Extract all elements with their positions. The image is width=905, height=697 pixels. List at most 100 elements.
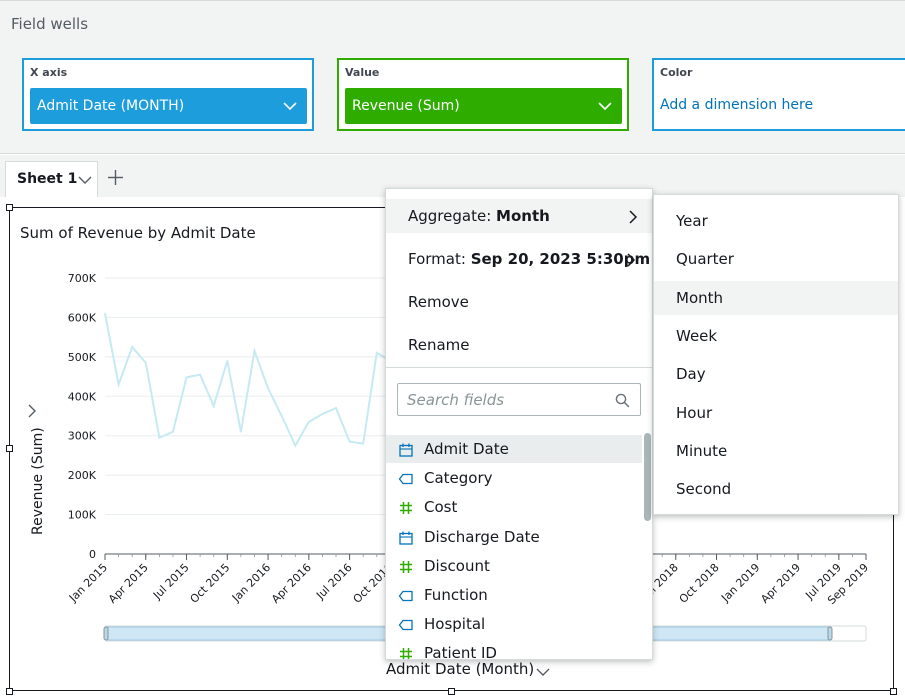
data-point — [240, 430, 242, 433]
field-name: Hospital — [424, 615, 486, 634]
y-tick-label: 0 — [89, 548, 96, 561]
format-menu-item[interactable]: Format: Sep 20, 2023 5:30pm — [386, 242, 652, 276]
data-point — [144, 361, 147, 364]
field-name: Cost — [424, 498, 458, 517]
field-list-item[interactable]: Function — [386, 581, 642, 609]
field-list-item[interactable]: Admit Date — [386, 435, 642, 463]
data-point — [253, 350, 256, 352]
data-point — [321, 413, 324, 415]
chevron-right-icon — [627, 253, 636, 267]
field-context-menu: Aggregate: Month Format: Sep 20, 2023 5:… — [385, 188, 653, 660]
submenu-item-quarter[interactable]: Quarter — [654, 242, 898, 276]
hash-icon — [400, 648, 412, 659]
field-name: Admit Date — [424, 440, 509, 458]
submenu-item-label: Minute — [676, 441, 728, 460]
data-point — [185, 376, 188, 379]
field-name: Discount — [424, 556, 490, 575]
x-axis-label[interactable]: Admit Date (Month) — [386, 660, 534, 678]
x-tick-label: Oct 2015 — [188, 561, 233, 606]
field-list-item[interactable]: Patient ID — [386, 639, 642, 659]
search-field-box[interactable] — [397, 383, 641, 416]
submenu-item-label: Week — [676, 326, 718, 345]
range-slider-handle-right — [827, 626, 833, 641]
data-point — [172, 430, 174, 433]
x-tick-label: Jul 2015 — [150, 561, 192, 603]
chevron-right-icon — [629, 210, 638, 224]
submenu-item-label: Quarter — [676, 250, 734, 269]
x-tick-label: Oct 2018 — [677, 561, 722, 606]
data-point — [226, 360, 229, 362]
submenu-item-label: Day — [676, 365, 706, 384]
aggregate-label: Aggregate: — [408, 207, 492, 225]
menu-divider — [386, 367, 652, 368]
aggregate-menu-item[interactable]: Aggregate: Month — [386, 199, 652, 233]
data-point — [212, 405, 215, 407]
x-tick-label: Apr 2016 — [269, 561, 314, 606]
data-point — [158, 436, 161, 439]
range-slider-handle-left — [103, 626, 109, 641]
hash-icon — [400, 560, 412, 573]
data-point — [362, 442, 364, 445]
rename-menu-item[interactable]: Rename — [386, 328, 652, 362]
data-point — [117, 383, 120, 386]
field-list: Admit Date Category Cost Discharge Date Disc… — [386, 435, 642, 659]
field-list-item[interactable]: Cost — [386, 493, 642, 521]
data-point — [267, 387, 269, 390]
rename-label: Rename — [408, 336, 470, 354]
tag-icon — [398, 590, 413, 602]
data-point — [131, 346, 133, 348]
submenu-item-label: Hour — [676, 403, 713, 422]
data-point — [308, 421, 310, 423]
submenu-item-year[interactable]: Year — [654, 204, 898, 238]
submenu-item-day[interactable]: Day — [654, 357, 898, 391]
remove-label: Remove — [408, 293, 469, 311]
x-tick-label: Jul 2016 — [313, 561, 355, 603]
field-list-item[interactable]: Discount — [386, 552, 642, 580]
x-tick-label: Jan 2016 — [229, 561, 273, 605]
field-name: Discharge Date — [424, 527, 540, 546]
y-tick-label: 500K — [68, 351, 97, 364]
field-name: Category — [424, 469, 493, 488]
field-name: Patient ID — [424, 644, 497, 659]
submenu-item-hour[interactable]: Hour — [654, 396, 898, 430]
remove-menu-item[interactable]: Remove — [386, 285, 652, 319]
submenu-item-label: Month — [676, 288, 724, 307]
field-name: Function — [424, 586, 488, 604]
search-fields-input[interactable] — [407, 391, 607, 409]
field-list-item[interactable]: Hospital — [386, 610, 642, 638]
field-list-scrollbar[interactable] — [644, 433, 651, 521]
y-tick-label: 200K — [68, 469, 97, 482]
x-tick-label: Jan 2015 — [66, 561, 110, 605]
data-point — [294, 444, 297, 447]
aggregate-value: Month — [496, 207, 550, 225]
chevron-down-icon[interactable] — [535, 666, 551, 678]
field-list-item[interactable]: Category — [386, 464, 642, 492]
data-point — [199, 373, 201, 376]
y-tick-label: 700K — [68, 272, 97, 285]
submenu-item-week[interactable]: Week — [654, 319, 898, 353]
format-value: Sep 20, 2023 5:30pm — [470, 250, 651, 268]
x-tick-label: Apr 2015 — [106, 561, 151, 606]
submenu-item-label: Year — [676, 212, 708, 230]
aggregate-submenu: Year Quarter Month Week Day Hour Minute Second — [653, 194, 899, 515]
y-tick-label: 400K — [68, 390, 97, 403]
data-point — [375, 352, 378, 354]
calendar-icon — [399, 531, 413, 545]
data-point — [280, 415, 283, 417]
field-list-item[interactable]: Discharge Date — [386, 523, 642, 551]
calendar-icon — [399, 443, 413, 457]
y-tick-label: 600K — [68, 311, 97, 324]
submenu-item-minute[interactable]: Minute — [654, 434, 898, 468]
format-label: Format: — [408, 250, 466, 268]
y-tick-label: 300K — [68, 430, 97, 443]
hash-icon — [400, 502, 412, 515]
x-tick-label: Jan 2019 — [718, 561, 762, 605]
submenu-item-second[interactable]: Second — [654, 472, 898, 506]
data-point — [348, 440, 351, 443]
search-icon — [615, 393, 630, 408]
data-point — [104, 312, 106, 315]
data-point — [335, 407, 337, 409]
submenu-item-month[interactable]: Month — [654, 280, 898, 315]
submenu-item-label: Second — [676, 480, 732, 499]
x-tick-label: Apr 2019 — [758, 561, 803, 606]
